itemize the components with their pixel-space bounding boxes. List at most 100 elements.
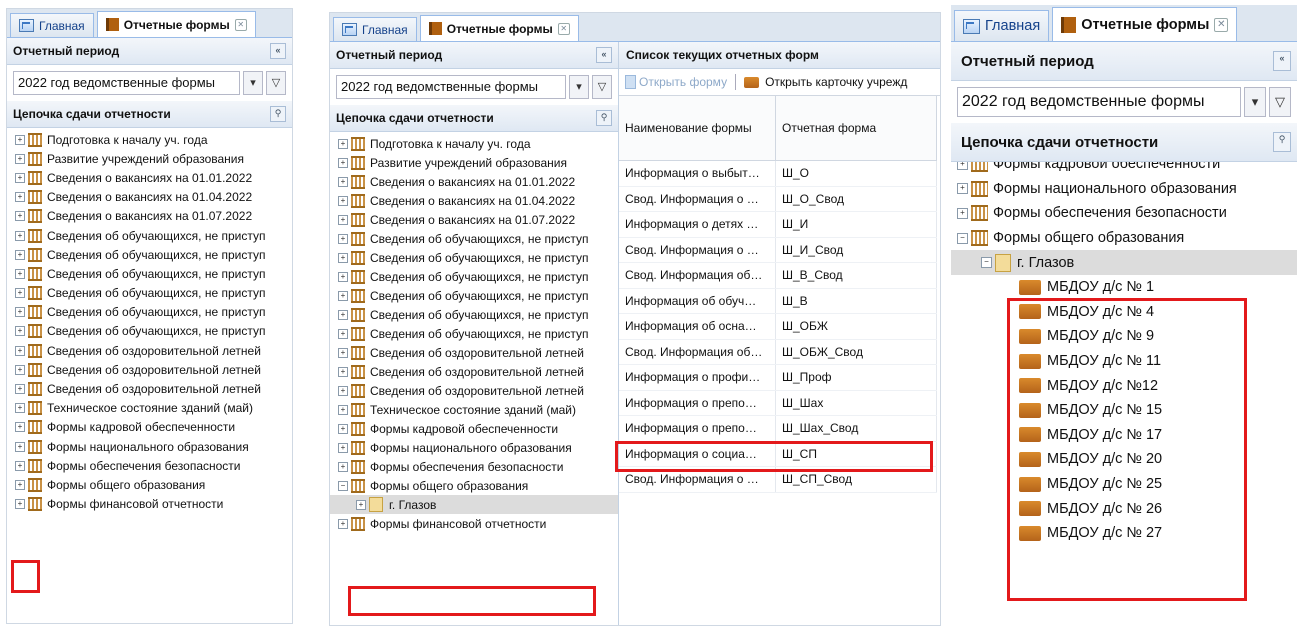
expand-node-icon[interactable]: + [15,211,25,222]
table-row[interactable]: Информация об обуч… Ш_В [619,288,937,314]
tree-node-school[interactable]: МБДОУ д/с № 20 [951,447,1297,472]
expand-node-icon[interactable]: + [338,366,348,377]
expand-node-icon[interactable]: + [15,172,25,183]
tree-node[interactable]: + Техническое состояние зданий (май) [330,400,618,419]
table-row[interactable]: Свод. Информация о … Ш_И_Свод [619,237,937,263]
filter-icon[interactable]: ▽ [592,75,612,99]
column-header-form[interactable]: Отчетная форма [775,96,937,161]
filter-icon[interactable]: ▽ [266,71,286,95]
expand-node-icon[interactable]: + [15,230,25,241]
expand-node-icon[interactable]: + [15,345,25,356]
filter-icon[interactable]: ▽ [1269,87,1291,117]
table-row[interactable]: Информация о препо… Ш_Шах_Свод [619,415,937,442]
expand-node-icon[interactable]: + [15,153,25,164]
tree-node[interactable]: + Сведения об обучающихся, не приступ [7,284,292,303]
period-select[interactable]: 2022 год ведомственные формы [13,71,240,95]
tree-node[interactable]: + Развитие учреждений образования [330,153,618,172]
tree-node[interactable]: + Сведения об оздоровительной летней [7,341,292,360]
expand-node-icon[interactable]: + [15,364,25,375]
expand-node-icon[interactable]: + [356,499,366,510]
tree-node[interactable]: + Формы кадровой обеспеченности [330,419,618,438]
tree-node-school[interactable]: МБДОУ д/с № 25 [951,472,1297,497]
close-icon[interactable]: ✕ [1214,17,1229,32]
period-select[interactable]: 2022 год ведомственные формы [336,75,566,99]
table-row[interactable]: Информация о детях … Ш_И [619,211,937,238]
tab-reporting-forms[interactable]: Отчетные формы ✕ [96,11,256,37]
expand-node-icon[interactable]: + [15,441,25,452]
expand-node-icon[interactable]: + [15,499,25,510]
expand-node-icon[interactable]: + [957,183,968,195]
tree-node[interactable]: + Сведения об обучающихся, не приступ [7,303,292,322]
expand-node-icon[interactable]: + [338,290,348,301]
column-header-name[interactable]: Наименование формы [619,96,776,161]
tree-node[interactable]: + Сведения об обучающихся, не приступ [7,264,292,283]
open-form-button[interactable]: Открыть форму [625,75,727,89]
tree-node[interactable]: + Формы обеспечения безопасности [7,456,292,475]
collapse-node-icon[interactable]: − [338,480,348,491]
tree-node[interactable]: + Сведения о вакансиях на 01.07.2022 [330,210,618,229]
expand-node-icon[interactable]: + [15,403,25,414]
expand-node-icon[interactable]: + [338,385,348,396]
tree-node[interactable]: + Формы обеспечения безопасности [951,201,1297,226]
tree-node[interactable]: + Сведения об обучающихся, не приступ [330,248,618,267]
collapse-node-icon[interactable]: − [981,257,992,269]
search-icon[interactable]: ⚲ [1273,132,1291,152]
expand-node-icon[interactable]: + [338,214,348,225]
table-row[interactable]: Свод. Информация об… Ш_В_Свод [619,262,937,289]
tree-node[interactable]: + Сведения об оздоровительной летней [330,381,618,400]
tree-node[interactable]: + Сведения о вакансиях на 01.01.2022 [330,172,618,191]
expand-node-icon[interactable]: + [15,422,25,433]
period-select[interactable]: 2022 год ведомственные формы [957,87,1241,117]
collapse-icon[interactable]: « [1273,51,1291,71]
expand-node-icon[interactable]: + [957,162,968,170]
collapse-icon[interactable]: « [270,43,286,59]
tree-node[interactable]: + Сведения об оздоровительной летней [330,343,618,362]
tab-reporting-forms[interactable]: Отчетные формы ✕ [419,15,579,41]
tree-node[interactable]: + Формы кадровой обеспеченности [7,418,292,437]
tree-node[interactable]: + Развитие учреждений образования [7,149,292,168]
tree-node-school[interactable]: МБДОУ д/с № 27 [951,521,1297,546]
chevron-down-icon[interactable]: ▾ [1244,87,1266,117]
table-row[interactable]: Информация об осна… Ш_ОБЖ [619,313,937,340]
table-row[interactable]: Свод. Информация о … Ш_СП_Свод [619,466,937,493]
tree-node[interactable]: + Сведения об обучающихся, не приступ [7,322,292,341]
expand-node-icon[interactable]: + [338,138,348,149]
tree-node-school[interactable]: МБДОУ д/с № 17 [951,423,1297,448]
chevron-down-icon[interactable]: ▾ [243,71,263,95]
tab-home[interactable]: Главная [954,10,1050,41]
expand-node-icon[interactable]: + [338,328,348,339]
tree-node[interactable]: − Формы общего образования [330,476,618,495]
tree-node[interactable]: + Сведения об обучающихся, не приступ [330,286,618,305]
tree-node-school[interactable]: МБДОУ д/с № 9 [951,324,1297,349]
tree-node[interactable]: + Техническое состояние зданий (май) [7,399,292,418]
expand-node-icon[interactable]: + [338,252,348,263]
collapse-icon[interactable]: « [596,47,612,63]
tree-node[interactable]: + Формы финансовой отчетности [330,514,618,533]
tree-node[interactable]: + Формы кадровой обеспеченности [951,162,1297,177]
expand-node-icon[interactable]: + [338,518,348,529]
expand-node-icon[interactable]: + [15,326,25,337]
collapse-node-icon[interactable]: − [957,232,968,244]
tree-node-school[interactable]: МБДОУ д/с № 4 [951,300,1297,325]
tree-node[interactable]: + Сведения об обучающихся, не приступ [7,226,292,245]
tree-node[interactable]: + Формы финансовой отчетности [7,495,292,514]
tree-node-school[interactable]: МБДОУ д/с № 11 [951,349,1297,374]
expand-node-icon[interactable]: + [15,268,25,279]
table-row[interactable]: Свод. Информация о … Ш_О_Свод [619,186,937,212]
tree-node[interactable]: + Сведения о вакансиях на 01.04.2022 [330,191,618,210]
expand-node-icon[interactable]: + [338,404,348,415]
tree-node[interactable]: + Сведения об обучающихся, не приступ [330,324,618,343]
table-row[interactable]: Свод. Информация об… Ш_ОБЖ_Свод [619,339,937,365]
close-icon[interactable]: ✕ [234,18,247,31]
expand-node-icon[interactable]: + [338,233,348,244]
tree-node[interactable]: + Сведения о вакансиях на 01.07.2022 [7,207,292,226]
expand-node-icon[interactable]: + [15,134,25,145]
expand-node-icon[interactable]: + [338,309,348,320]
expand-node-icon[interactable]: + [15,307,25,318]
tree-node[interactable]: + Подготовка к началу уч. года [7,130,292,149]
tree-node[interactable]: + Сведения об обучающихся, не приступ [330,305,618,324]
tree-node[interactable]: + Формы обеспечения безопасности [330,457,618,476]
search-icon[interactable]: ⚲ [596,110,612,126]
tree-node-city[interactable]: + г. Глазов [330,495,618,514]
tree-node[interactable]: + Сведения о вакансиях на 01.01.2022 [7,168,292,187]
